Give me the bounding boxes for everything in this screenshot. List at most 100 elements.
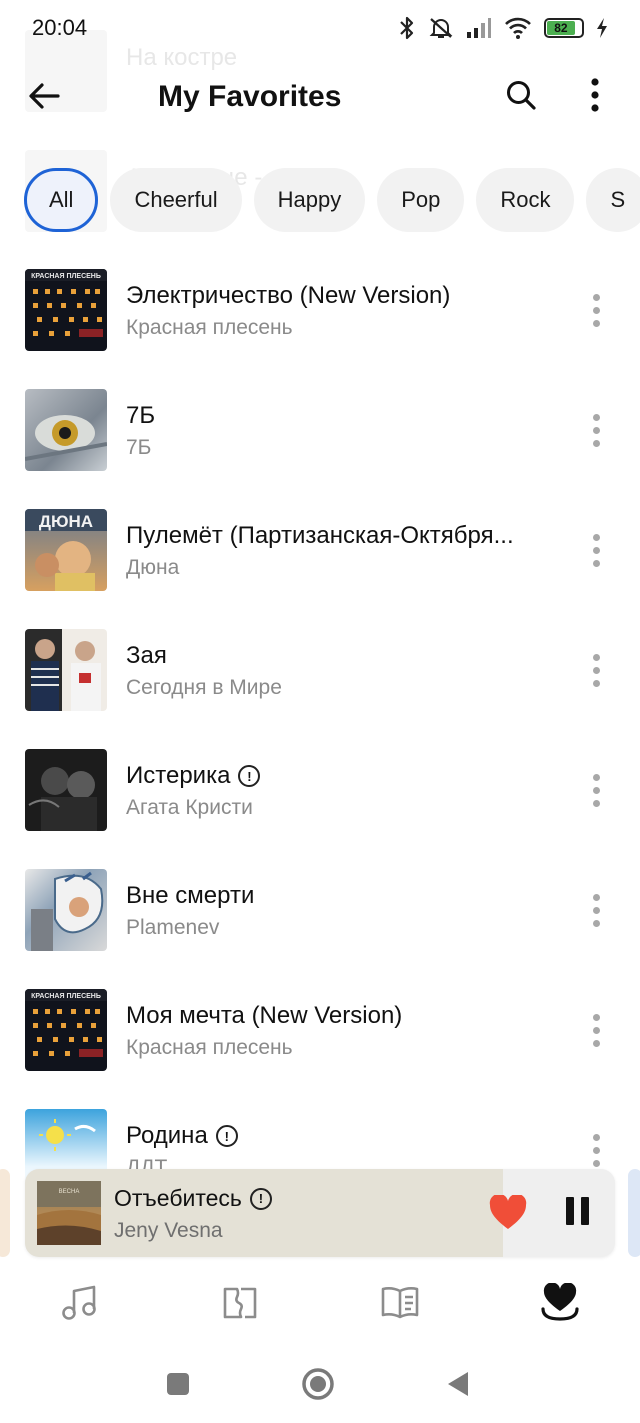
status-icons: 82 [398, 16, 608, 40]
track-title-text: Моя мечта (New Version) [126, 1002, 403, 1029]
next-track-card[interactable] [628, 1169, 640, 1257]
previous-track-card[interactable] [0, 1169, 10, 1257]
mini-player-title: Отъебитесь ! [114, 1185, 272, 1212]
nav-collection[interactable] [480, 1262, 640, 1348]
mood-filter-chips: All Cheerful Happy Pop Rock S [24, 168, 640, 232]
track-title: Родина ! [126, 1122, 238, 1150]
battery-level: 82 [547, 21, 575, 35]
track-artist: 7Б [126, 436, 152, 459]
track-title-text: Истерика [126, 762, 231, 789]
map-icon [221, 1283, 259, 1328]
track-row[interactable]: Вне смерти Plamenev [0, 852, 640, 972]
book-icon [380, 1283, 420, 1328]
svg-text:КРАСНАЯ ПЛЕСЕНЬ: КРАСНАЯ ПЛЕСЕНЬ [31, 273, 101, 280]
track-artist: Дюна [126, 556, 180, 579]
track-title-text: Вне смерти [126, 882, 255, 909]
track-row[interactable]: 7Б 7Б [0, 372, 640, 492]
track-row[interactable]: КРАСНАЯ ПЛЕСЕНЬ Моя мечта (New Version) … [0, 972, 640, 1092]
album-cover [25, 629, 107, 711]
chip-happy[interactable]: Happy [253, 168, 366, 232]
track-artist: Красная плесень [126, 316, 293, 339]
track-row[interactable]: Зая Сегодня в Мире [0, 612, 640, 732]
more-options-button[interactable] [575, 74, 615, 120]
track-title: 7Б [126, 402, 155, 430]
wifi-icon [504, 16, 532, 40]
track-title: Зая [126, 642, 167, 670]
page-title: My Favorites [158, 80, 342, 113]
signal-icon [466, 17, 492, 39]
nav-music[interactable] [0, 1262, 160, 1348]
svg-text:КРАСНАЯ ПЛЕСЕНЬ: КРАСНАЯ ПЛЕСЕНЬ [31, 993, 101, 1000]
music-note-icon [60, 1283, 100, 1328]
like-button[interactable] [489, 1193, 527, 1231]
back-button[interactable] [22, 76, 66, 120]
mini-player-cover: ВЕСНА [37, 1181, 101, 1245]
svg-text:ДЮНА: ДЮНА [39, 512, 93, 531]
track-artist: Plamenev [126, 916, 220, 939]
track-menu-button[interactable] [580, 1130, 612, 1170]
heart-collection-icon [540, 1281, 580, 1328]
mini-player[interactable]: ВЕСНА Отъебитесь ! Jeny Vesna [25, 1169, 615, 1257]
back-nav-button[interactable] [440, 1368, 476, 1404]
track-row[interactable]: КРАСНАЯ ПЛЕСЕНЬ Электричество (New Versi… [0, 252, 640, 372]
search-icon [505, 79, 537, 116]
album-cover: ДЮНА [25, 509, 107, 591]
track-list: КРАСНАЯ ПЛЕСЕНЬ Электричество (New Versi… [0, 252, 640, 1212]
charging-icon [596, 17, 608, 39]
track-title: Истерика ! [126, 762, 261, 790]
track-menu-button[interactable] [580, 890, 612, 930]
mini-player-title-text: Отъебитесь [114, 1185, 242, 1211]
track-menu-button[interactable] [580, 410, 612, 450]
track-menu-button[interactable] [580, 770, 612, 810]
status-bar: 20:04 82 [0, 0, 640, 56]
pause-icon [565, 1197, 574, 1225]
nav-browse[interactable] [160, 1262, 320, 1348]
explicit-icon: ! [249, 1187, 272, 1210]
explicit-icon: ! [238, 765, 261, 787]
mini-player-artist: Jeny Vesna [114, 1219, 223, 1242]
status-time: 20:04 [32, 15, 88, 40]
album-cover [25, 749, 107, 831]
triangle-back-icon [446, 1370, 470, 1403]
recents-button[interactable] [160, 1368, 196, 1404]
track-menu-button[interactable] [580, 290, 612, 330]
track-title-text: Электричество (New Version) [126, 282, 451, 309]
album-cover: КРАСНАЯ ПЛЕСЕНЬ [25, 269, 107, 351]
arrow-left-icon [28, 81, 60, 116]
album-cover: КРАСНАЯ ПЛЕСЕНЬ [25, 989, 107, 1071]
track-title: Вне смерти [126, 882, 254, 910]
bluetooth-icon [398, 16, 416, 40]
pause-button[interactable] [561, 1197, 593, 1229]
app-header: My Favorites [0, 56, 640, 140]
home-button[interactable] [300, 1367, 336, 1406]
chip-pop[interactable]: Pop [377, 168, 465, 232]
chip-s[interactable]: S [586, 168, 640, 232]
explicit-icon: ! [215, 1125, 238, 1147]
chip-all[interactable]: All [24, 168, 99, 232]
nav-library[interactable] [320, 1262, 480, 1348]
album-cover [25, 869, 107, 951]
svg-text:ВЕСНА: ВЕСНА [59, 1189, 80, 1195]
bottom-navigation [0, 1262, 640, 1348]
track-title-text: Родина [126, 1122, 208, 1149]
track-menu-button[interactable] [580, 1010, 612, 1050]
track-title-text: Зая [126, 642, 167, 669]
system-navigation-bar [0, 1348, 640, 1423]
chip-cheerful[interactable]: Cheerful [110, 168, 242, 232]
track-artist: Красная плесень [126, 1036, 293, 1059]
track-row[interactable]: Истерика ! Агата Кристи [0, 732, 640, 852]
track-title: Пулемёт (Партизанская-Октября... [126, 522, 514, 550]
track-menu-button[interactable] [580, 650, 612, 690]
track-artist: Агата Кристи [126, 796, 253, 819]
search-button[interactable] [498, 74, 544, 120]
track-menu-button[interactable] [580, 530, 612, 570]
track-title: Моя мечта (New Version) [126, 1002, 402, 1030]
square-icon [166, 1372, 190, 1401]
track-title: Электричество (New Version) [126, 282, 450, 310]
more-vertical-icon [590, 77, 600, 117]
heart-filled-icon [489, 1193, 527, 1235]
battery-icon: 82 [544, 18, 584, 38]
circle-icon [301, 1367, 335, 1406]
track-row[interactable]: ДЮНА Пулемёт (Партизанская-Октября... Дю… [0, 492, 640, 612]
chip-rock[interactable]: Rock [476, 168, 575, 232]
